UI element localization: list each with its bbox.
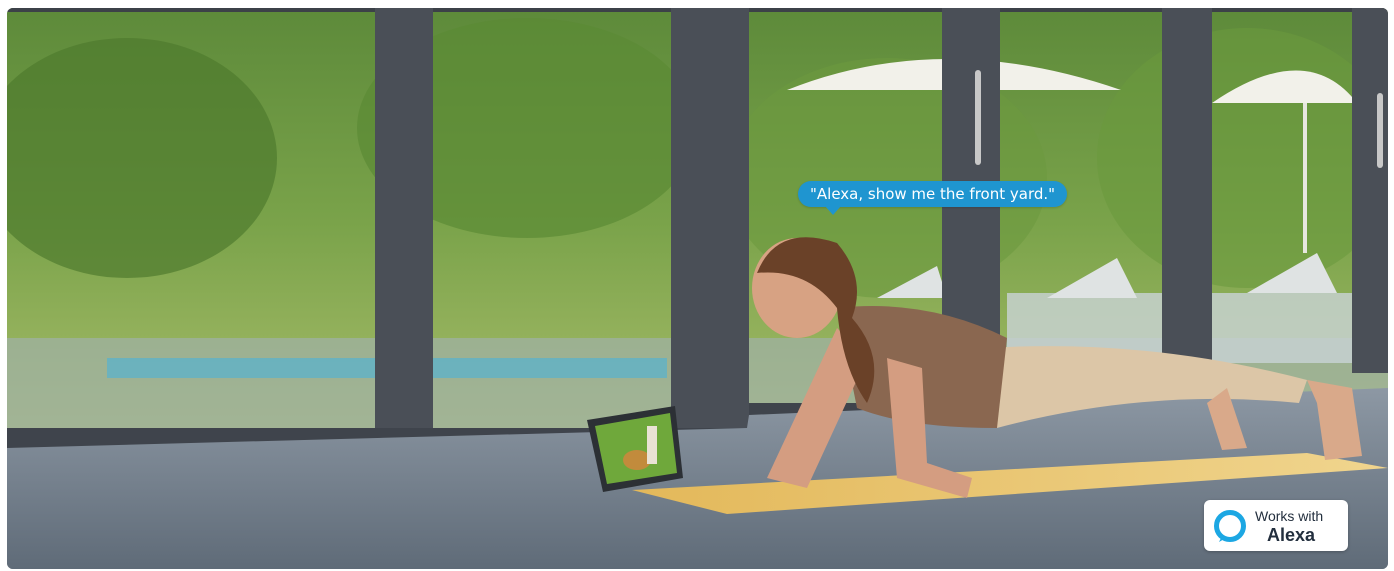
speech-bubble-tail bbox=[825, 206, 841, 215]
badge-brand: Alexa bbox=[1267, 525, 1316, 545]
voice-command-bubble: "Alexa, show me the front yard." bbox=[798, 181, 1068, 207]
hero-banner: "Alexa, show me the front yard." Works w… bbox=[7, 8, 1388, 569]
works-with-alexa-badge: Works with Alexa bbox=[1204, 500, 1348, 551]
lifestyle-photo bbox=[7, 8, 1388, 569]
alexa-ring-icon bbox=[1214, 510, 1246, 542]
badge-caption: Works with bbox=[1255, 508, 1324, 524]
